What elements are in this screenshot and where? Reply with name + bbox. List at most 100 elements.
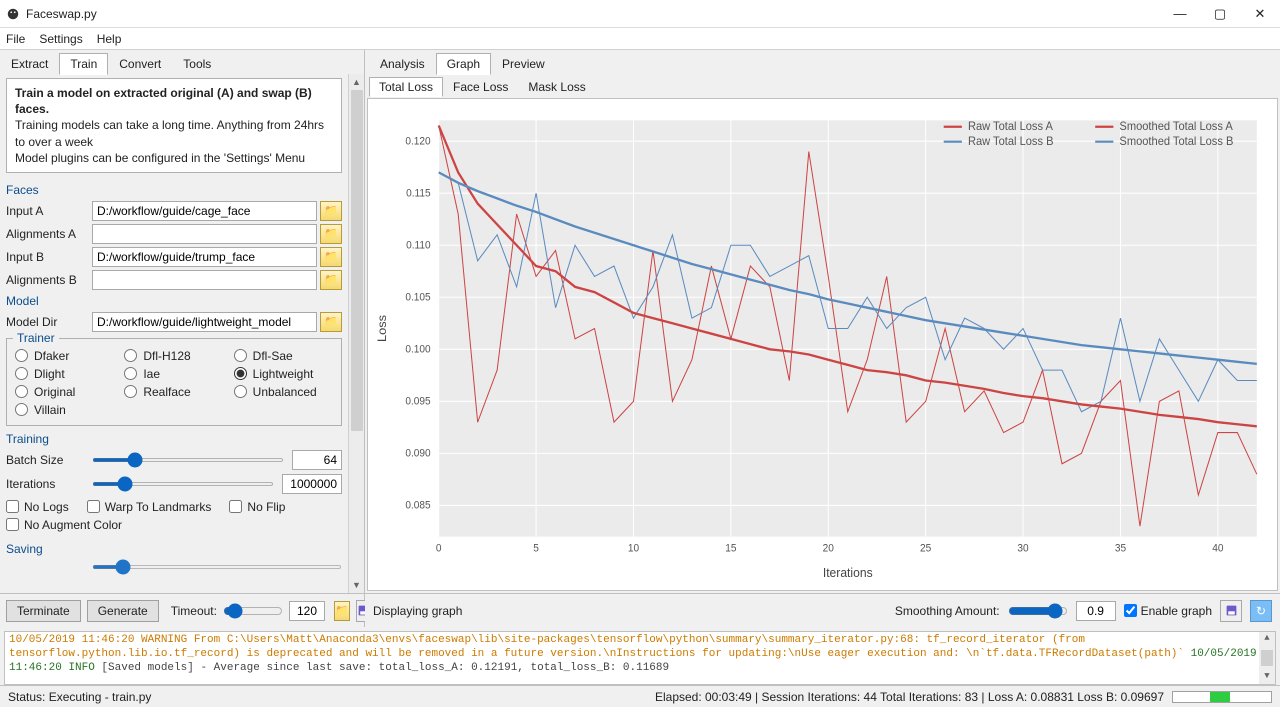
svg-text:35: 35 (1115, 543, 1126, 554)
enable-graph-checkbox[interactable]: Enable graph (1124, 604, 1212, 618)
tab-analysis[interactable]: Analysis (369, 53, 436, 75)
scroll-down-icon[interactable]: ▼ (349, 577, 365, 593)
tab-preview[interactable]: Preview (491, 53, 556, 75)
svg-text:0.095: 0.095 (405, 396, 430, 407)
save-graph-button[interactable] (1220, 600, 1242, 622)
maximize-button[interactable]: ▢ (1200, 0, 1240, 28)
browse-alignments-a-button[interactable] (320, 224, 342, 244)
checkbox-no-logs[interactable]: No Logs (6, 500, 69, 514)
svg-text:Iterations: Iterations (823, 566, 873, 580)
close-button[interactable]: ✕ (1240, 0, 1280, 28)
graph-status-text: Displaying graph (373, 604, 462, 618)
scroll-thumb[interactable] (351, 90, 363, 431)
trainer-option-iae[interactable]: Iae (124, 367, 223, 381)
minimize-button[interactable]: — (1160, 0, 1200, 28)
svg-text:10: 10 (628, 543, 639, 554)
timeout-label: Timeout: (171, 604, 217, 618)
svg-text:0.120: 0.120 (405, 136, 430, 147)
generate-button[interactable]: Generate (87, 600, 159, 622)
browse-model-dir-button[interactable] (320, 312, 342, 332)
right-footer: Displaying graph Smoothing Amount: Enabl… (365, 593, 1280, 627)
label-alignments-b: Alignments B (6, 273, 92, 287)
svg-text:25: 25 (920, 543, 931, 554)
smoothing-slider[interactable] (1008, 603, 1068, 619)
iterations-value[interactable] (282, 474, 342, 494)
console-info-msg: [Saved models] - Average since last save… (101, 662, 669, 674)
timeout-slider[interactable] (223, 603, 283, 619)
left-footer: Terminate Generate Timeout: ✖ (0, 593, 364, 627)
tab-convert[interactable]: Convert (108, 53, 172, 75)
terminate-button[interactable]: Terminate (6, 600, 81, 622)
tab-tools[interactable]: Tools (172, 53, 222, 75)
right-pane: AnalysisGraphPreview Total LossFace Loss… (365, 50, 1280, 627)
browse-input-b-button[interactable] (320, 247, 342, 267)
app-icon (6, 7, 20, 21)
subtab-mask-loss[interactable]: Mask Loss (518, 77, 595, 97)
trainer-option-realface[interactable]: Realface (124, 385, 223, 399)
trainer-option-villain[interactable]: Villain (15, 403, 114, 417)
console-warning: 10/05/2019 11:46:20 WARNING From C:\User… (9, 634, 1184, 660)
svg-text:Loss: Loss (375, 315, 389, 342)
menu-help[interactable]: Help (97, 32, 122, 46)
checkbox-no-flip[interactable]: No Flip (229, 500, 285, 514)
subtab-total-loss[interactable]: Total Loss (369, 77, 443, 97)
trainer-option-dfaker[interactable]: Dfaker (15, 349, 114, 363)
tab-graph[interactable]: Graph (436, 53, 491, 75)
batch-size-value[interactable] (292, 450, 342, 470)
label-iterations: Iterations (6, 477, 92, 491)
browse-alignments-b-button[interactable] (320, 270, 342, 290)
timeout-value[interactable] (289, 601, 325, 621)
checkbox-warp[interactable]: Warp To Landmarks (87, 500, 212, 514)
label-input-a: Input A (6, 204, 92, 218)
checkbox-no-augment[interactable]: No Augment Color (6, 518, 122, 532)
refresh-graph-button[interactable]: ↻ (1250, 600, 1272, 622)
console-scrollbar[interactable]: ▲▼ (1259, 632, 1275, 684)
svg-text:Raw Total Loss A: Raw Total Loss A (968, 121, 1053, 133)
alignments-b-field[interactable] (92, 270, 317, 290)
trainer-option-dlight[interactable]: Dlight (15, 367, 114, 381)
svg-text:Smoothed Total Loss B: Smoothed Total Loss B (1119, 136, 1233, 148)
menu-file[interactable]: File (6, 32, 25, 46)
info-line-3: Model plugins can be configured in the '… (15, 150, 333, 166)
section-model: Model (6, 294, 342, 308)
saving-slider[interactable] (92, 565, 342, 569)
input-b-field[interactable] (92, 247, 317, 267)
svg-text:30: 30 (1017, 543, 1028, 554)
left-tabs: ExtractTrainConvertTools (0, 50, 222, 74)
svg-text:0.085: 0.085 (405, 500, 430, 511)
batch-size-slider[interactable] (92, 458, 284, 462)
svg-text:0.110: 0.110 (406, 240, 431, 251)
svg-text:Smoothed Total Loss A: Smoothed Total Loss A (1119, 121, 1233, 133)
label-alignments-a: Alignments A (6, 227, 92, 241)
svg-text:15: 15 (725, 543, 736, 554)
trainer-option-dfl-sae[interactable]: Dfl-Sae (234, 349, 333, 363)
trainer-legend: Trainer (13, 331, 59, 345)
svg-text:40: 40 (1212, 543, 1223, 554)
subtab-face-loss[interactable]: Face Loss (443, 77, 518, 97)
menu-settings[interactable]: Settings (39, 32, 82, 46)
scroll-up-icon[interactable]: ▲ (349, 74, 365, 90)
load-config-button[interactable] (334, 601, 350, 621)
model-dir-field[interactable] (92, 312, 317, 332)
status-bar: Status: Executing - train.py Elapsed: 00… (0, 685, 1280, 707)
left-pane: ExtractTrainConvertTools Train a model o… (0, 50, 365, 627)
alignments-a-field[interactable] (92, 224, 317, 244)
tab-train[interactable]: Train (59, 53, 108, 75)
input-a-field[interactable] (92, 201, 317, 221)
left-scrollbar[interactable]: ▲ ▼ (348, 74, 364, 593)
label-input-b: Input B (6, 250, 92, 264)
label-batch-size: Batch Size (6, 453, 92, 467)
trainer-option-lightweight[interactable]: Lightweight (234, 367, 333, 381)
svg-text:5: 5 (533, 543, 539, 554)
tab-extract[interactable]: Extract (0, 53, 59, 75)
trainer-option-original[interactable]: Original (15, 385, 114, 399)
svg-text:0.100: 0.100 (405, 344, 430, 355)
title-bar: Faceswap.py — ▢ ✕ (0, 0, 1280, 28)
section-training: Training (6, 432, 342, 446)
smoothing-value[interactable] (1076, 601, 1116, 621)
iterations-slider[interactable] (92, 482, 274, 486)
browse-input-a-button[interactable] (320, 201, 342, 221)
trainer-option-dfl-h128[interactable]: Dfl-H128 (124, 349, 223, 363)
console-output[interactable]: 10/05/2019 11:46:20 WARNING From C:\User… (4, 631, 1276, 685)
trainer-option-unbalanced[interactable]: Unbalanced (234, 385, 333, 399)
